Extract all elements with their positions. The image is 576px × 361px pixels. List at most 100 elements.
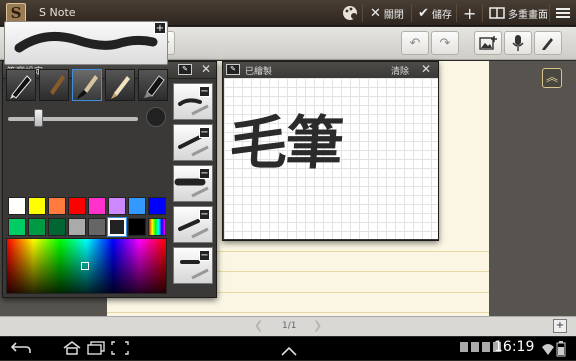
color-swatch[interactable]	[48, 218, 66, 236]
pen-settings-dock-button[interactable]: ✎	[178, 64, 192, 75]
color-swatch[interactable]	[28, 197, 46, 215]
settings-button[interactable]	[338, 0, 364, 26]
remove-preset-button[interactable]: −	[199, 250, 210, 261]
drawing-dock-icon: ✎	[230, 65, 236, 73]
stroke-preview-graphic	[14, 31, 158, 53]
color-swatch[interactable]	[28, 218, 46, 236]
close-button[interactable]: ✕ 關閉	[366, 0, 408, 26]
pen-type-calligraphy-brush[interactable]	[72, 69, 102, 101]
remove-preset-button[interactable]: −	[199, 127, 210, 138]
notification-icon	[460, 342, 468, 352]
voice-record-button[interactable]	[504, 31, 532, 55]
color-swatch[interactable]	[88, 197, 106, 215]
app-icon[interactable]: S	[6, 3, 26, 23]
chevron-left-icon: ❮	[254, 319, 264, 332]
overflow-menu-button[interactable]	[552, 0, 574, 26]
pen-type-marker[interactable]	[138, 69, 168, 101]
quick-panel-button[interactable]	[280, 341, 298, 360]
drawing-canvas[interactable]: 毛筆	[224, 78, 438, 239]
save-button[interactable]: ✔ 儲存	[414, 0, 456, 26]
plus-icon: +	[463, 3, 477, 23]
pen-settings-close-button[interactable]: ✕	[201, 62, 211, 76]
screenshot-button[interactable]	[111, 340, 129, 359]
remove-preset-button[interactable]: −	[199, 168, 210, 179]
microphone-icon	[512, 35, 524, 51]
page-indicator: 1/1	[282, 321, 297, 331]
notification-icon	[482, 342, 490, 352]
pen-size-slider-track[interactable]	[8, 117, 138, 121]
color-swatch[interactable]	[88, 218, 106, 236]
expand-panel-button[interactable]: ︽	[542, 68, 562, 88]
color-swatch[interactable]	[148, 197, 166, 215]
status-clock: 16:19	[494, 339, 535, 355]
color-swatch[interactable]	[48, 197, 66, 215]
back-button[interactable]	[10, 340, 32, 359]
recent-drawing-close-button[interactable]: ✕	[421, 62, 431, 76]
image-add-icon	[479, 36, 497, 50]
color-swatch[interactable]	[128, 218, 146, 236]
wifi-icon	[541, 341, 555, 360]
color-swatch[interactable]	[68, 197, 86, 215]
add-page-bottom-button[interactable]: +	[553, 319, 567, 333]
pen-type-pencil[interactable]	[105, 69, 135, 101]
multiview-button[interactable]: 多重畫面	[485, 0, 552, 26]
action-divider	[482, 4, 483, 22]
pen-preset-item[interactable]: −	[173, 83, 213, 120]
remove-preset-button[interactable]: −	[199, 209, 210, 220]
menu-icon	[556, 8, 570, 18]
undo-icon: ↶	[409, 35, 421, 51]
color-swatch[interactable]	[108, 197, 126, 215]
color-swatch[interactable]	[107, 217, 127, 237]
close-icon: ✕	[370, 5, 381, 21]
close-icon: ✕	[201, 62, 212, 76]
color-swatch[interactable]	[68, 218, 86, 236]
edit-mode-button[interactable]	[534, 31, 562, 55]
color-swatch[interactable]	[148, 218, 166, 236]
pen-preset-item[interactable]: −	[173, 206, 213, 243]
pencil-icon	[111, 76, 130, 99]
fountain-pen-icon	[10, 75, 32, 99]
redo-icon: ↷	[439, 35, 451, 51]
action-divider	[411, 4, 412, 22]
previous-page-button[interactable]: ❮	[254, 319, 263, 332]
remove-preset-button[interactable]: −	[199, 86, 210, 97]
color-swatch[interactable]	[128, 197, 146, 215]
palette-gear-icon	[343, 6, 357, 20]
plus-icon: +	[555, 320, 565, 331]
screenshot-icon	[111, 341, 129, 355]
color-swatch[interactable]	[8, 218, 26, 236]
action-divider	[549, 4, 550, 22]
marker-icon	[144, 75, 165, 98]
split-view-icon	[489, 7, 505, 19]
next-page-button[interactable]: ❯	[313, 319, 322, 332]
pen-preset-item[interactable]: −	[173, 247, 213, 284]
pen-type-fountain[interactable]	[6, 69, 36, 101]
color-swatch[interactable]	[8, 197, 26, 215]
action-divider	[362, 4, 363, 22]
multiview-label: 多重畫面	[508, 9, 548, 21]
close-icon: ✕	[421, 62, 432, 76]
pen-size-slider-handle[interactable]	[34, 109, 43, 127]
home-button[interactable]	[62, 340, 82, 359]
calligraphy-brush-icon	[77, 75, 98, 99]
recent-apps-icon	[87, 341, 105, 355]
clear-drawing-button[interactable]: 清除	[391, 64, 409, 77]
pen-stroke-preview	[4, 21, 168, 65]
add-preset-button[interactable]: +	[154, 22, 166, 34]
insert-image-button[interactable]	[474, 31, 502, 55]
spectrum-selection-cursor[interactable]	[81, 262, 89, 270]
home-icon	[63, 341, 81, 355]
recent-apps-button[interactable]	[86, 340, 106, 359]
redo-button[interactable]: ↷	[431, 31, 459, 55]
pencil-icon	[542, 38, 553, 50]
battery-icon	[556, 341, 566, 361]
recent-drawing-dock-button[interactable]: ✎	[226, 64, 240, 75]
pen-type-brush[interactable]	[39, 69, 69, 101]
undo-button[interactable]: ↶	[401, 31, 429, 55]
chevron-up-icon: ︽	[545, 70, 558, 84]
add-page-button[interactable]: +	[459, 0, 480, 26]
pen-size-indicator	[146, 107, 166, 127]
save-label: 儲存	[431, 9, 452, 21]
pen-preset-item[interactable]: −	[173, 165, 213, 202]
pen-preset-item[interactable]: −	[173, 124, 213, 161]
